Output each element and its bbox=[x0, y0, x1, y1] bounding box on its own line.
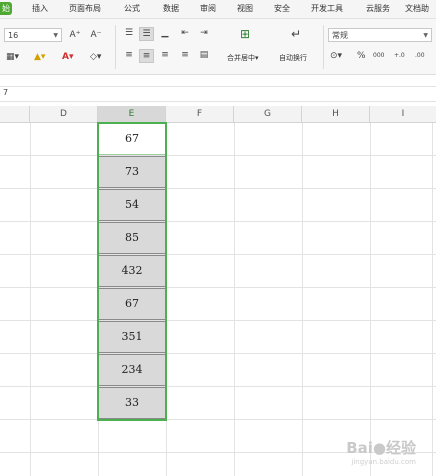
watermark-url: jingyan.baidu.com bbox=[351, 458, 416, 466]
chevron-down-icon: ▼ bbox=[423, 32, 428, 39]
tab-view[interactable]: 视图 bbox=[237, 3, 253, 14]
gridline bbox=[302, 123, 303, 476]
column-header-d[interactable]: D bbox=[30, 106, 98, 122]
merge-center-label: 合并居中 bbox=[227, 54, 255, 62]
gridline bbox=[234, 123, 235, 476]
gridline bbox=[0, 155, 436, 156]
spreadsheet-grid[interactable]: 67 73 54 85 432 67 351 234 33 Bai●经验 jin… bbox=[0, 122, 436, 476]
ribbon-separator bbox=[323, 25, 324, 69]
cell-e[interactable]: 85 bbox=[98, 222, 166, 254]
cell-e[interactable]: 351 bbox=[98, 321, 166, 353]
font-shrink-icon[interactable]: A⁻ bbox=[89, 29, 103, 41]
column-header-h[interactable]: H bbox=[302, 106, 370, 122]
gridline bbox=[0, 353, 436, 354]
fill-color-icon[interactable]: ▲▾ bbox=[34, 51, 45, 63]
cell-e-active[interactable]: 67 bbox=[98, 123, 166, 155]
ribbon-separator bbox=[115, 25, 116, 69]
column-header-g[interactable]: G bbox=[234, 106, 302, 122]
gridline bbox=[0, 188, 436, 189]
align-middle-icon[interactable]: ☰ bbox=[139, 27, 154, 41]
merge-center-icon[interactable]: ⊞ bbox=[236, 28, 254, 40]
watermark-logo: Bai●经验 jingyan.baidu.com bbox=[346, 437, 416, 466]
cell-e[interactable]: 234 bbox=[98, 354, 166, 386]
merge-center-button[interactable]: 合并居中▾ bbox=[227, 53, 259, 63]
gridline bbox=[0, 419, 436, 420]
tab-data[interactable]: 数据 bbox=[163, 3, 179, 14]
indent-decrease-icon[interactable]: ⇤ bbox=[178, 27, 192, 39]
name-box[interactable]: 7 bbox=[3, 88, 8, 97]
gridline bbox=[0, 221, 436, 222]
border-icon[interactable]: ▦▾ bbox=[6, 51, 19, 63]
justify-icon[interactable]: ≡ bbox=[178, 49, 192, 61]
tab-start[interactable]: 始 bbox=[0, 2, 12, 15]
font-size-value: 16 bbox=[8, 31, 19, 40]
column-header-e[interactable]: E bbox=[98, 106, 166, 122]
watermark-brand: Bai●经验 bbox=[346, 439, 416, 457]
cell-e[interactable]: 67 bbox=[98, 288, 166, 320]
tab-cloud-services[interactable]: 云服务 bbox=[366, 3, 390, 14]
increase-decimal-button[interactable]: +.0 bbox=[394, 50, 405, 62]
clear-format-icon[interactable]: ◇▾ bbox=[90, 51, 101, 63]
cell-e[interactable]: 432 bbox=[98, 255, 166, 287]
gridline bbox=[370, 123, 371, 476]
font-color-icon[interactable]: A▾ bbox=[62, 51, 73, 63]
tab-insert[interactable]: 插入 bbox=[32, 3, 48, 14]
align-left-icon[interactable]: ≡ bbox=[122, 49, 136, 61]
column-header-row: D E F G H I bbox=[0, 106, 436, 123]
tab-doc-assistant[interactable]: 文档助 bbox=[405, 3, 429, 14]
align-right-icon[interactable]: ≡ bbox=[158, 49, 172, 61]
gridline bbox=[166, 123, 167, 476]
decrease-decimal-button[interactable]: .00 bbox=[415, 50, 425, 62]
align-center-icon[interactable]: ≡ bbox=[139, 49, 154, 63]
gridline bbox=[432, 123, 433, 476]
wrap-text-button[interactable]: 自动换行 bbox=[279, 53, 307, 63]
percent-style-button[interactable]: % bbox=[357, 50, 366, 62]
currency-icon[interactable]: ⊙▾ bbox=[330, 50, 342, 62]
tab-developer[interactable]: 开发工具 bbox=[311, 3, 343, 14]
tab-security[interactable]: 安全 bbox=[274, 3, 290, 14]
font-grow-icon[interactable]: A⁺ bbox=[68, 29, 82, 41]
align-bottom-icon[interactable]: ▁ bbox=[158, 27, 172, 39]
number-format-value: 常规 bbox=[332, 31, 348, 40]
gridline bbox=[0, 254, 436, 255]
indent-increase-icon[interactable]: ⇥ bbox=[197, 27, 211, 39]
thousands-separator-button[interactable]: 000 bbox=[373, 50, 384, 62]
font-size-select[interactable]: 16 ▼ bbox=[4, 28, 62, 42]
formula-bar[interactable]: 7 bbox=[0, 86, 436, 102]
tab-page-layout[interactable]: 页面布局 bbox=[69, 3, 101, 14]
cell-e[interactable]: 73 bbox=[98, 156, 166, 188]
number-format-select[interactable]: 常规 ▼ bbox=[328, 28, 432, 42]
gridline bbox=[0, 386, 436, 387]
align-top-icon[interactable]: ☰ bbox=[122, 27, 136, 39]
column-header-i[interactable]: I bbox=[370, 106, 436, 122]
wrap-text-icon[interactable]: ↵ bbox=[287, 28, 305, 40]
menu-bar: 始 插入 页面布局 公式 数据 审阅 视图 安全 开发工具 云服务 文档助 bbox=[0, 0, 436, 19]
gridline bbox=[0, 287, 436, 288]
tab-review[interactable]: 审阅 bbox=[200, 3, 216, 14]
chevron-down-icon: ▼ bbox=[53, 32, 58, 39]
gridline bbox=[30, 123, 31, 476]
distributed-align-icon[interactable]: ▤ bbox=[197, 49, 211, 61]
ribbon-toolbar: 16 ▼ A⁺ A⁻ ▦▾ ▲▾ A▾ ◇▾ ☰ ☰ ▁ ⇤ ⇥ ≡ ≡ ≡ ≡… bbox=[0, 19, 436, 75]
column-header-blank[interactable] bbox=[0, 106, 30, 122]
cell-e[interactable]: 54 bbox=[98, 189, 166, 221]
cell-e[interactable]: 33 bbox=[98, 387, 166, 419]
tab-formulas[interactable]: 公式 bbox=[124, 3, 140, 14]
gridline bbox=[0, 320, 436, 321]
column-header-f[interactable]: F bbox=[166, 106, 234, 122]
